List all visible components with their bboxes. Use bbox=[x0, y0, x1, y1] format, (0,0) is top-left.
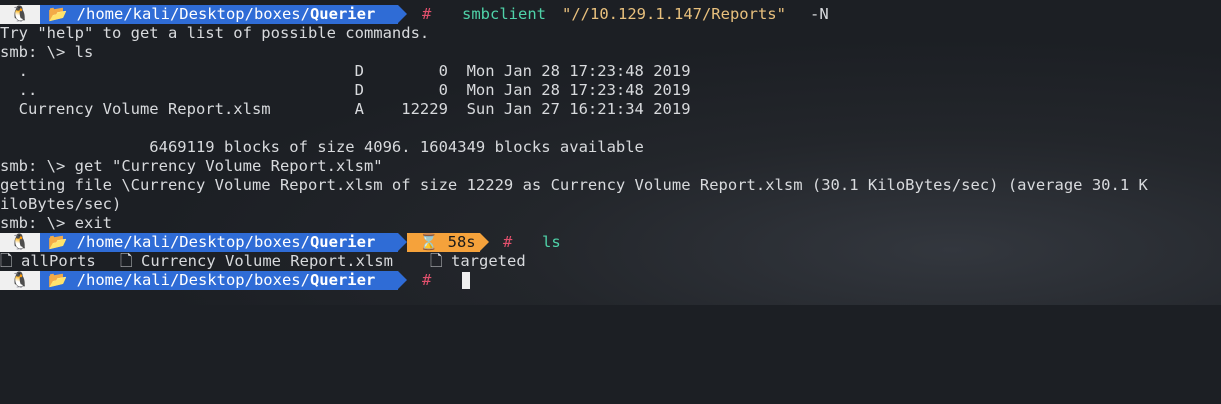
file-name: Currency Volume Report.xlsm bbox=[141, 252, 393, 270]
command-arg-flag: -N bbox=[810, 5, 829, 23]
output-line: getting file \Currency Volume Report.xls… bbox=[0, 176, 1148, 194]
path-current-dir: Querier bbox=[309, 5, 376, 23]
powerline-arrow-icon bbox=[398, 233, 407, 251]
path-prefix: /home/kali/Desktop/boxes/ bbox=[76, 271, 310, 289]
command-name: ls bbox=[542, 233, 561, 251]
dir-listing-row: . D 0 Mon Jan 28 17:23:48 2019 bbox=[0, 62, 691, 80]
folder-icon: 📂 bbox=[48, 5, 68, 23]
output-line: iloBytes/sec) bbox=[0, 195, 122, 213]
output-line: 6469119 blocks of size 4096. 1604349 blo… bbox=[0, 138, 644, 156]
prompt-line-3[interactable]: 🐧 📂 /home/kali/Desktop/boxes/Querier # bbox=[0, 271, 1221, 290]
file-icon: 🗋 bbox=[0, 252, 13, 270]
dir-listing-row: Currency Volume Report.xlsm A 12229 Sun … bbox=[0, 100, 691, 118]
command-duration: ⌛ 58s bbox=[407, 233, 480, 252]
output-line: smb: \> get "Currency Volume Report.xlsm… bbox=[0, 157, 383, 175]
file-icon: 🗋 bbox=[120, 252, 133, 270]
prompt-line-1: 🐧 📂 /home/kali/Desktop/boxes/Querier # s… bbox=[0, 5, 1221, 24]
folder-icon: 📂 bbox=[48, 271, 68, 289]
output-line: smb: \> ls bbox=[0, 43, 94, 61]
kali-root-icon: 🐧 bbox=[0, 271, 40, 290]
kali-root-icon: 🐧 bbox=[0, 5, 40, 24]
prompt-line-2: 🐧 📂 /home/kali/Desktop/boxes/Querier ⌛ 5… bbox=[0, 233, 1221, 252]
folder-icon: 📂 bbox=[48, 233, 68, 251]
prompt-hash: # bbox=[422, 271, 432, 289]
kali-root-icon: 🐧 bbox=[0, 233, 40, 252]
prompt-hash: # bbox=[422, 5, 432, 23]
prompt-path-segment: 📂 /home/kali/Desktop/boxes/Querier bbox=[40, 5, 398, 24]
powerline-arrow-icon bbox=[398, 271, 407, 289]
prompt-hash: # bbox=[503, 233, 513, 251]
powerline-arrow-icon bbox=[398, 5, 407, 23]
file-icon: 🗋 bbox=[430, 252, 443, 270]
path-prefix: /home/kali/Desktop/boxes/ bbox=[76, 233, 310, 251]
prompt-path-segment: 📂 /home/kali/Desktop/boxes/Querier bbox=[40, 233, 398, 252]
file-name: allPorts bbox=[21, 252, 96, 270]
output-line: Try "help" to get a list of possible com… bbox=[0, 24, 430, 42]
prompt-path-segment: 📂 /home/kali/Desktop/boxes/Querier bbox=[40, 271, 398, 290]
terminal-cursor[interactable] bbox=[462, 272, 470, 289]
command-name: smbclient bbox=[462, 5, 546, 23]
file-name: targeted bbox=[451, 252, 526, 270]
dir-listing-row: .. D 0 Mon Jan 28 17:23:48 2019 bbox=[0, 81, 691, 99]
ls-output-line: 🗋 allPorts 🗋 Currency Volume Report.xlsm… bbox=[0, 252, 1221, 271]
terminal-window[interactable]: 🐧 📂 /home/kali/Desktop/boxes/Querier # s… bbox=[0, 0, 1221, 305]
path-prefix: /home/kali/Desktop/boxes/ bbox=[76, 5, 310, 23]
output-line: smb: \> exit bbox=[0, 214, 112, 232]
path-current-dir: Querier bbox=[309, 233, 376, 251]
command-arg-string: "//10.129.1.147/Reports" bbox=[562, 5, 786, 23]
path-current-dir: Querier bbox=[309, 271, 376, 289]
powerline-arrow-icon bbox=[480, 233, 489, 251]
